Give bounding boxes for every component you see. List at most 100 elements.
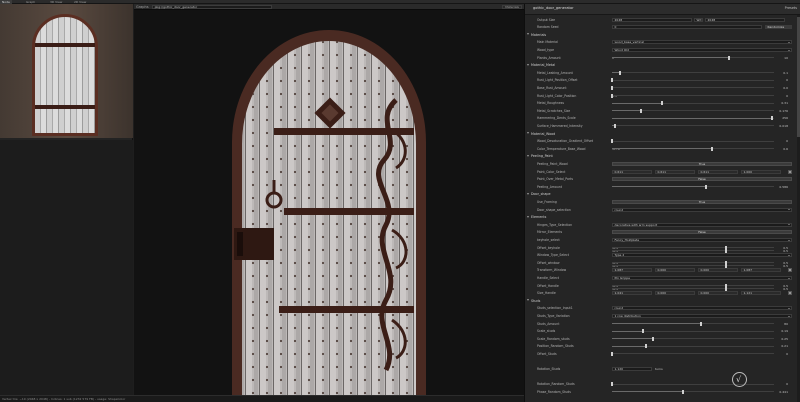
slider-value[interactable]: 80 [776,322,788,326]
vector-component-3[interactable]: 0.611 [698,169,738,174]
presets-button[interactable]: Presets [785,6,797,10]
param-slider[interactable] [612,321,774,326]
vector-component-3[interactable]: 0.000 [698,291,738,296]
slider-handle[interactable] [651,336,654,341]
slider-handle[interactable] [619,70,622,75]
param-slider[interactable] [612,55,774,60]
slider-value[interactable]: 256 [776,116,788,120]
slider-handle[interactable] [640,108,643,113]
color-swatch[interactable] [788,291,792,296]
slider-handle[interactable] [611,85,613,90]
slider-value[interactable]: 0.176 [776,109,788,113]
vector-component-1[interactable]: 0.611 [612,169,652,174]
vector-component-2[interactable]: 0.611 [655,169,695,174]
param-dropdown[interactable]: Type 2 [612,253,792,258]
vector-component-4[interactable]: 1.000 [741,169,781,174]
slider-handle[interactable] [711,146,714,151]
section-header-studs[interactable]: Studs [531,299,540,303]
slider-value[interactable]: 0.018 [776,124,788,128]
param-toggle-button[interactable]: False [612,177,792,182]
slider-value[interactable]: 0.25 [776,337,788,341]
slider-value[interactable]: 0.1 [776,71,788,75]
slider-value[interactable]: 0.586 [776,185,788,189]
expand-triangle-icon[interactable] [527,132,529,135]
section-header-materials[interactable]: Materials [531,33,546,37]
color-swatch[interactable] [788,268,792,273]
slider-value[interactable]: 0.441 [776,390,788,394]
vector-component-1[interactable]: 1.087 [612,268,652,273]
param-dropdown[interactable]: 1 row distribution [612,313,792,318]
size-link-toggle[interactable]: Wd [694,17,703,22]
section-header-material-metal[interactable]: Material_Metal [531,63,555,67]
slider-value[interactable]: 0 [776,78,788,82]
slider-value[interactable]: 0 [776,139,788,143]
expand-triangle-icon[interactable] [527,299,529,302]
param-slider[interactable] [612,344,774,349]
slider-handle[interactable] [611,93,613,98]
slider-handle[interactable] [771,116,774,121]
section-header-elements[interactable]: Elements [531,215,546,219]
slider-handle[interactable] [700,321,703,326]
param-slider[interactable] [611,139,774,144]
slider-handle[interactable] [727,55,730,60]
y-slider[interactable] [612,248,774,253]
materials-mode-button[interactable]: Materials [502,4,522,9]
x-slider[interactable] [612,260,774,265]
randomize-button[interactable]: Randomize [765,25,792,30]
slider-handle[interactable] [641,329,644,334]
slider-value[interactable]: 0 [776,352,788,356]
vector-component-1[interactable]: 1.041 [612,291,652,296]
vector-component-4[interactable]: 1.087 [741,268,781,273]
param-dropdown[interactable]: Fancy_Holdplate [612,237,792,242]
expand-triangle-icon[interactable] [527,33,529,36]
slider-value[interactable]: 0.31 [776,101,788,105]
output-size-height[interactable]: 2048 [705,17,785,22]
param-toggle-button[interactable]: False [612,230,792,235]
section-header-peeling-paint[interactable]: Peeling_Paint [531,154,553,158]
param-dropdown[interactable]: decorative with arm support [612,222,792,227]
slider-handle[interactable] [611,351,613,356]
vector-component-2[interactable]: 0.000 [655,268,695,273]
slider-handle[interactable] [614,123,617,128]
param-slider[interactable] [612,70,774,75]
slider-value[interactable]: 0.21 [776,344,788,348]
vector-component-4[interactable]: 1.121 [741,291,781,296]
param-dropdown[interactable]: round [612,306,792,311]
section-header-material-wood[interactable]: Material_Wood [531,132,555,136]
param-dropdown[interactable]: round [612,207,792,212]
param-slider[interactable] [612,389,774,394]
viewport-canvas[interactable] [134,10,524,395]
expand-triangle-icon[interactable] [527,63,529,66]
slider-handle[interactable] [704,184,707,189]
param-slider[interactable] [612,123,774,128]
slider-value[interactable]: 0.19 [776,329,788,333]
param-slider[interactable] [611,85,774,90]
param-slider[interactable] [612,329,774,334]
slider-handle[interactable] [611,78,613,83]
slider-value[interactable]: 0 [776,382,788,386]
random-seed-field[interactable]: 0 [612,25,762,30]
viewport-gizmo-icon[interactable]: √ [732,372,747,387]
expand-triangle-icon[interactable] [527,154,529,157]
param-slider[interactable] [611,78,774,83]
vector-component-3[interactable]: 0.000 [698,268,738,273]
param-toggle-button[interactable]: True [612,199,792,204]
param-slider[interactable] [612,184,774,189]
expand-triangle-icon[interactable] [527,215,529,218]
param-slider[interactable] [611,351,774,356]
vector-component-2[interactable]: 0.000 [655,291,695,296]
graph-select[interactable]: pkg://gothic_door_generator [151,4,272,9]
slider-handle[interactable] [611,382,613,387]
param-slider[interactable] [612,101,774,106]
texture-thumbnail[interactable] [0,4,133,138]
section-header-door-shape[interactable]: Door_shape [531,192,551,196]
slider-handle[interactable] [682,389,685,394]
x-slider[interactable] [612,283,774,288]
expand-triangle-icon[interactable] [527,192,529,195]
slider-handle[interactable] [661,101,664,106]
slider-value[interactable]: 0 [776,94,788,98]
param-toggle-button[interactable]: True [612,161,792,166]
param-slider[interactable] [611,93,774,98]
param-dropdown[interactable]: Wood Old [612,47,792,52]
param-slider[interactable] [612,146,774,151]
